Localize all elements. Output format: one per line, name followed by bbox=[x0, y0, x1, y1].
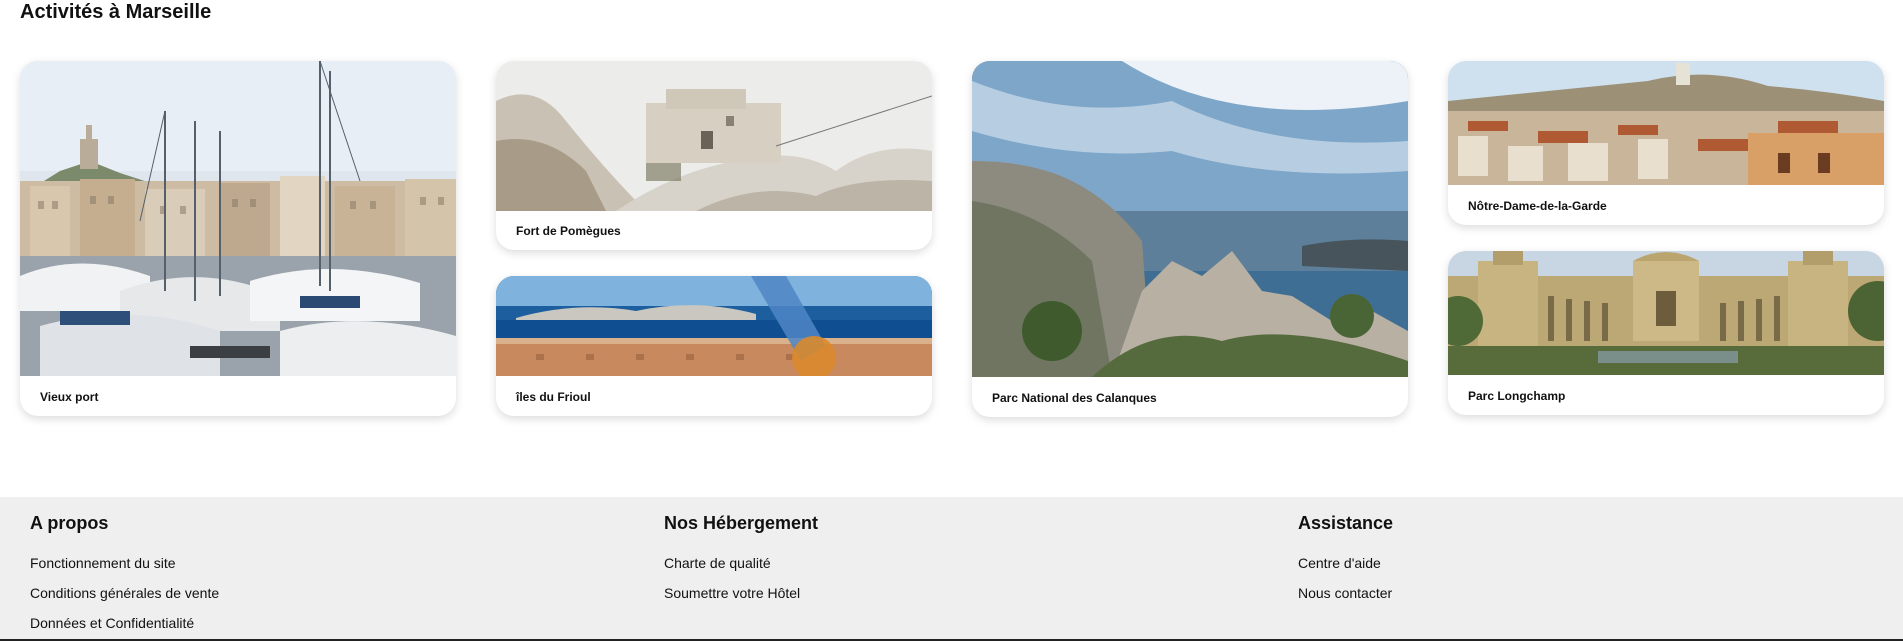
activity-card-parc-longchamp[interactable]: Parc Longchamp bbox=[1448, 251, 1884, 415]
activity-card-notre-dame-de-la-garde[interactable]: Nôtre-Dame-de-la-Garde bbox=[1448, 61, 1884, 225]
footer-about-title: A propos bbox=[30, 513, 109, 533]
parc-longchamp-image bbox=[1448, 251, 1884, 375]
footer-link-contact[interactable]: Nous contacter bbox=[1298, 584, 1392, 602]
vieux-port-image bbox=[20, 61, 456, 376]
calanques-image bbox=[972, 61, 1408, 377]
activity-label: Parc Longchamp bbox=[1468, 389, 1566, 403]
activity-card-parc-national-des-calanques[interactable]: Parc National des Calanques bbox=[972, 61, 1408, 417]
activity-card-iles-du-frioul[interactable]: îles du Frioul bbox=[496, 276, 932, 416]
notre-dame-image bbox=[1448, 61, 1884, 185]
activity-label: Vieux port bbox=[40, 390, 99, 404]
fort-pomegues-image bbox=[496, 61, 932, 211]
activity-card-fort-de-pomegues[interactable]: Fort de Pomègues bbox=[496, 61, 932, 250]
activity-label: îles du Frioul bbox=[516, 390, 591, 404]
iles-du-frioul-image bbox=[496, 276, 932, 376]
footer-link-conditions[interactable]: Conditions générales de vente bbox=[30, 584, 219, 602]
activity-label: Fort de Pomègues bbox=[516, 224, 621, 238]
activity-label: Parc National des Calanques bbox=[992, 391, 1157, 405]
page-title: Activités à Marseille bbox=[20, 1, 212, 23]
footer-lodging-title: Nos Hébergement bbox=[664, 513, 819, 533]
activities-grid: Vieux port Fort de Pomègues îles du Frio… bbox=[20, 61, 1884, 417]
footer-link-fonctionnement[interactable]: Fonctionnement du site bbox=[30, 554, 176, 572]
footer-link-charte[interactable]: Charte de qualité bbox=[664, 554, 771, 572]
site-footer: A propos Fonctionnement du site Conditio… bbox=[0, 497, 1903, 641]
footer-link-soumettre-hotel[interactable]: Soumettre votre Hôtel bbox=[664, 584, 800, 602]
footer-link-centre-aide[interactable]: Centre d'aide bbox=[1298, 554, 1381, 572]
activity-card-vieux-port[interactable]: Vieux port bbox=[20, 61, 456, 416]
footer-help-title: Assistance bbox=[1298, 513, 1394, 533]
activity-label: Nôtre-Dame-de-la-Garde bbox=[1468, 199, 1607, 213]
footer-link-confidentialite[interactable]: Données et Confidentialité bbox=[30, 614, 194, 632]
